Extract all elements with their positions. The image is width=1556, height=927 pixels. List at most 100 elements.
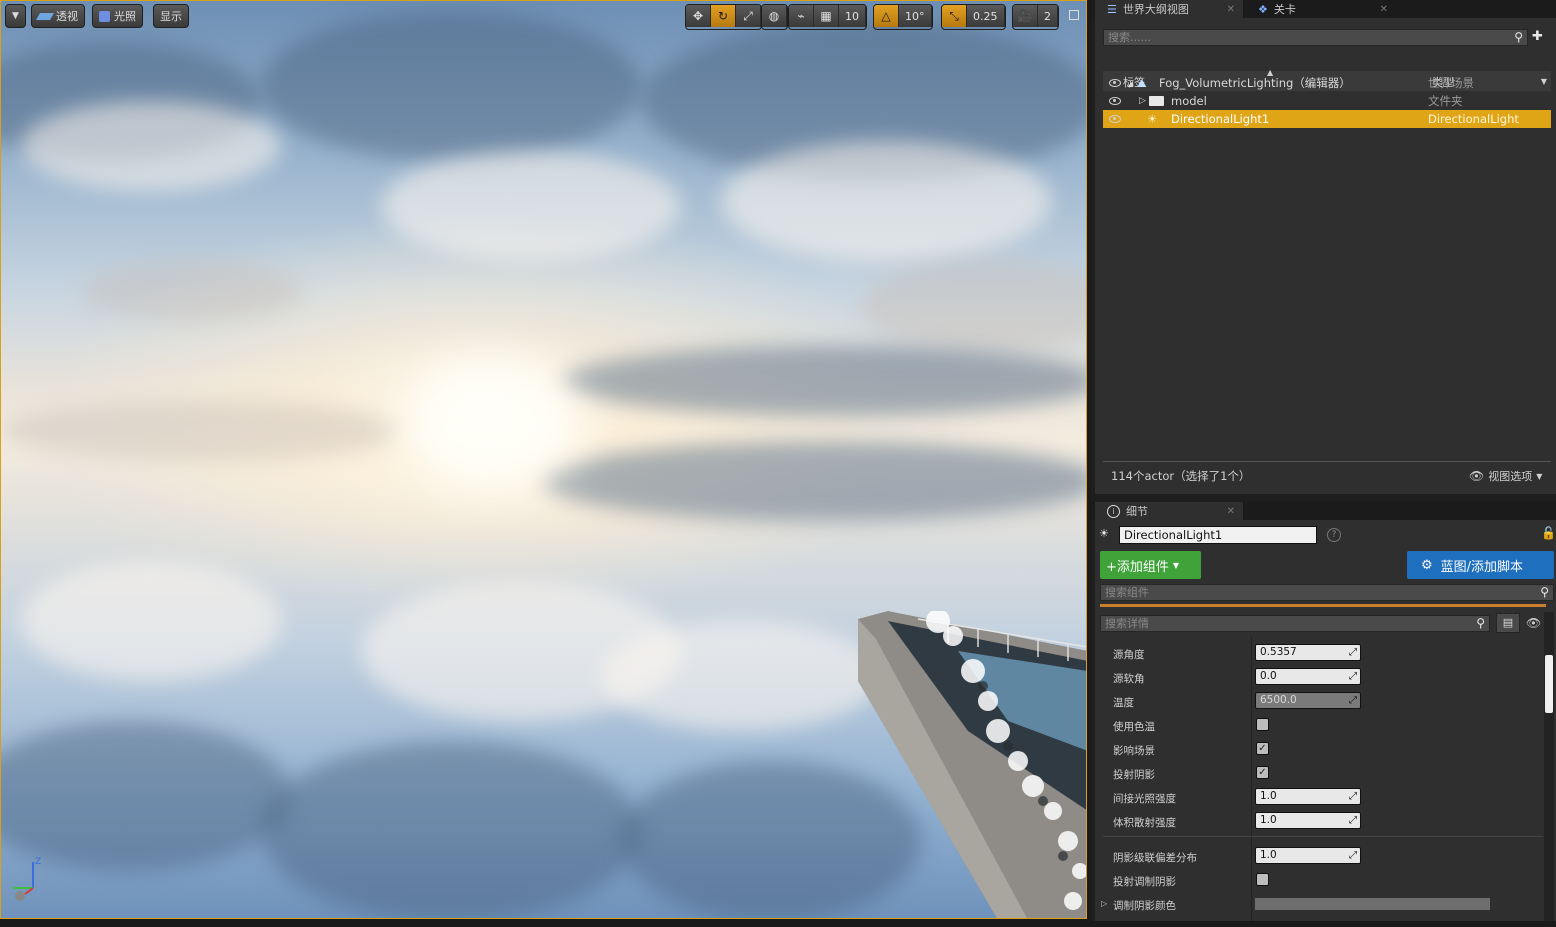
property-label: 温度	[1113, 697, 1134, 709]
property-label: 投射阴影	[1113, 769, 1155, 781]
rotation-snap-icon[interactable]: △	[874, 5, 899, 27]
scale-snap-group: ⤡ 0.25	[941, 4, 1006, 30]
right-panels: ☰ 世界大纲视图 ✕ ❖ 关卡 ✕ 搜索...... ⚲ ✚ 标签 ▲ 类型 ▼…	[1091, 0, 1556, 921]
visibility-eye-icon[interactable]	[1109, 79, 1121, 87]
camera-speed-value[interactable]: 2	[1038, 5, 1058, 27]
outliner-row-folder[interactable]: ▷ model 文件夹	[1103, 92, 1551, 110]
property-matrix-icon[interactable]: ▤	[1496, 613, 1520, 633]
drag-arrows-icon: ⤢	[1349, 695, 1357, 706]
property-label: 体积散射强度	[1113, 817, 1176, 829]
expand-arrow-icon[interactable]: ▷	[1139, 96, 1146, 106]
close-icon[interactable]: ✕	[1380, 4, 1388, 15]
directional-light-icon: ☀	[1147, 112, 1158, 126]
property-value-field[interactable]: 0.5357 ⤢	[1255, 644, 1361, 661]
eye-icon[interactable]: 👁	[1526, 616, 1541, 630]
outliner-row-directional-light[interactable]: ☀ DirectionalLight1 DirectionalLight	[1103, 110, 1551, 128]
search-details-input[interactable]: 搜索详情 ⚲	[1100, 615, 1490, 632]
actor-name-field[interactable]: DirectionalLight1	[1119, 526, 1317, 544]
expand-arrow-icon[interactable]: ◢	[1127, 79, 1133, 88]
chevron-down-icon: ▼	[1172, 560, 1180, 570]
blueprint-add-script-button[interactable]: ⚙ 蓝图/添加脚本	[1407, 551, 1554, 579]
grid-snap-value[interactable]: 10	[839, 5, 866, 27]
camera-speed-icon[interactable]: 🎥	[1013, 5, 1038, 27]
tab-levels[interactable]: ❖ 关卡 ✕	[1246, 0, 1396, 18]
properties-group-shadow: 阴影级联偏差分布 1.0 ⤢ 投射调制阴影 调制阴影颜色 ▷	[1095, 847, 1545, 927]
close-icon[interactable]: ✕	[1227, 506, 1235, 517]
visibility-eye-icon[interactable]	[1109, 97, 1121, 105]
help-icon[interactable]: ?	[1327, 528, 1341, 542]
cloud-shape	[21, 561, 281, 681]
property-label: 间接光照强度	[1113, 793, 1176, 805]
property-value-field[interactable]: 1.0 ⤢	[1255, 788, 1361, 805]
drag-arrows-icon: ⤢	[1349, 647, 1357, 658]
scale-snap-icon[interactable]: ⤡	[942, 5, 967, 27]
add-filter-icon[interactable]: ✚	[1532, 29, 1543, 44]
drag-arrows-icon: ⤢	[1349, 850, 1357, 861]
perspective-button[interactable]: 透视	[31, 4, 85, 28]
property-value-field[interactable]: 0.0 ⤢	[1255, 668, 1361, 685]
property-checkbox[interactable]: ✓	[1256, 766, 1269, 779]
property-value-field[interactable]: 1.0 ⤢	[1255, 812, 1361, 829]
maximize-viewport-icon[interactable]	[1069, 10, 1079, 20]
scale-snap-value[interactable]: 0.25	[967, 5, 1005, 27]
rotation-snap-value[interactable]: 10°	[899, 5, 932, 27]
tab-details[interactable]: i 细节 ✕	[1095, 502, 1243, 520]
cloud-shape	[721, 141, 1051, 261]
drag-arrows-icon: ⤢	[1349, 815, 1357, 826]
svg-text:Z: Z	[35, 857, 41, 867]
property-label: 阴影级联偏差分布	[1113, 852, 1197, 864]
close-icon[interactable]: ✕	[1227, 4, 1235, 15]
cloud-shape	[1, 401, 401, 461]
cloud-shape	[601, 621, 881, 731]
surface-snap-icon[interactable]: ⌁	[789, 5, 814, 27]
search-icon: ⚲	[1540, 585, 1549, 599]
color-swatch[interactable]	[1255, 898, 1490, 910]
info-icon: i	[1107, 504, 1120, 518]
transform-tools-group: ✥ ↻ ⤢	[685, 4, 762, 30]
eye-icon: 👁	[1469, 469, 1485, 483]
visibility-eye-icon[interactable]	[1109, 115, 1121, 123]
search-icon: ⚲	[1514, 30, 1523, 44]
property-value-field[interactable]: 6500.0 ⤢	[1255, 692, 1361, 709]
outliner-row-world[interactable]: ◢ ⛰ Fog_VolumetricLighting（编辑器） 世界场景	[1103, 74, 1551, 92]
lock-icon[interactable]: 🔓	[1541, 526, 1556, 540]
level-viewport[interactable]: ▼ 透视 光照 显示 ✥ ↻ ⤢ ◍ ⌁ ▦ 10 △ 10° ⤡ 0.25 🎥…	[0, 0, 1087, 919]
building-model[interactable]	[858, 611, 1087, 919]
property-checkbox[interactable]	[1256, 873, 1269, 886]
coordinate-system-group: ◍	[761, 4, 788, 30]
grid-snap-icon[interactable]: ▦	[814, 5, 839, 27]
actor-count-status: 114个actor（选择了1个）	[1111, 469, 1251, 483]
property-label: 影响场景	[1113, 745, 1155, 757]
property-value-field[interactable]: 1.0 ⤢	[1255, 847, 1361, 864]
search-components-input[interactable]: 搜索组件 ⚲	[1100, 584, 1554, 601]
camera-speed-group: 🎥 2	[1012, 4, 1059, 30]
outliner-icon: ☰	[1107, 2, 1117, 16]
property-checkbox[interactable]	[1256, 718, 1269, 731]
cloud-shape	[381, 151, 681, 261]
world-outliner-panel: 搜索...... ⚲ ✚ 标签 ▲ 类型 ▼ ◢ ⛰ Fog_Volumetri…	[1095, 18, 1556, 494]
add-component-button[interactable]: +添加组件 ▼	[1100, 551, 1201, 579]
translate-tool-icon[interactable]: ✥	[686, 5, 711, 27]
show-flags-button[interactable]: 显示	[153, 4, 189, 28]
folder-icon	[1149, 96, 1164, 106]
world-icon: ⛰	[1137, 75, 1147, 90]
rotate-tool-icon[interactable]: ↻	[711, 5, 736, 27]
viewport-options-button[interactable]: ▼	[5, 4, 26, 28]
cloud-shape	[261, 11, 641, 161]
details-scrollbar-thumb[interactable]	[1545, 655, 1553, 713]
property-label: 源软角	[1113, 673, 1145, 685]
world-coords-icon[interactable]: ◍	[762, 5, 787, 27]
sun-glow	[401, 361, 581, 491]
expand-arrow-icon[interactable]: ▷	[1101, 899, 1107, 908]
drag-arrows-icon: ⤢	[1349, 671, 1357, 682]
tab-world-outliner[interactable]: ☰ 世界大纲视图 ✕	[1095, 0, 1243, 18]
property-checkbox[interactable]: ✓	[1256, 742, 1269, 755]
details-tabbar: i 细节 ✕	[1091, 502, 1556, 520]
properties-group-light: 源角度 0.5357 ⤢ 源软角 0.0 ⤢ 温度 6500.0 ⤢ 使用色温 影响场景 ✓ 投射阴影 ✓…	[1095, 644, 1545, 840]
grid-snap-group: ⌁ ▦ 10	[788, 4, 867, 30]
outliner-search-input[interactable]: 搜索...... ⚲	[1103, 29, 1528, 46]
scale-tool-icon[interactable]: ⤢	[736, 5, 761, 27]
cloud-shape	[261, 741, 641, 918]
lighting-mode-button[interactable]: 光照	[92, 4, 143, 28]
view-options-button[interactable]: 👁 视图选项 ▼	[1469, 468, 1542, 484]
